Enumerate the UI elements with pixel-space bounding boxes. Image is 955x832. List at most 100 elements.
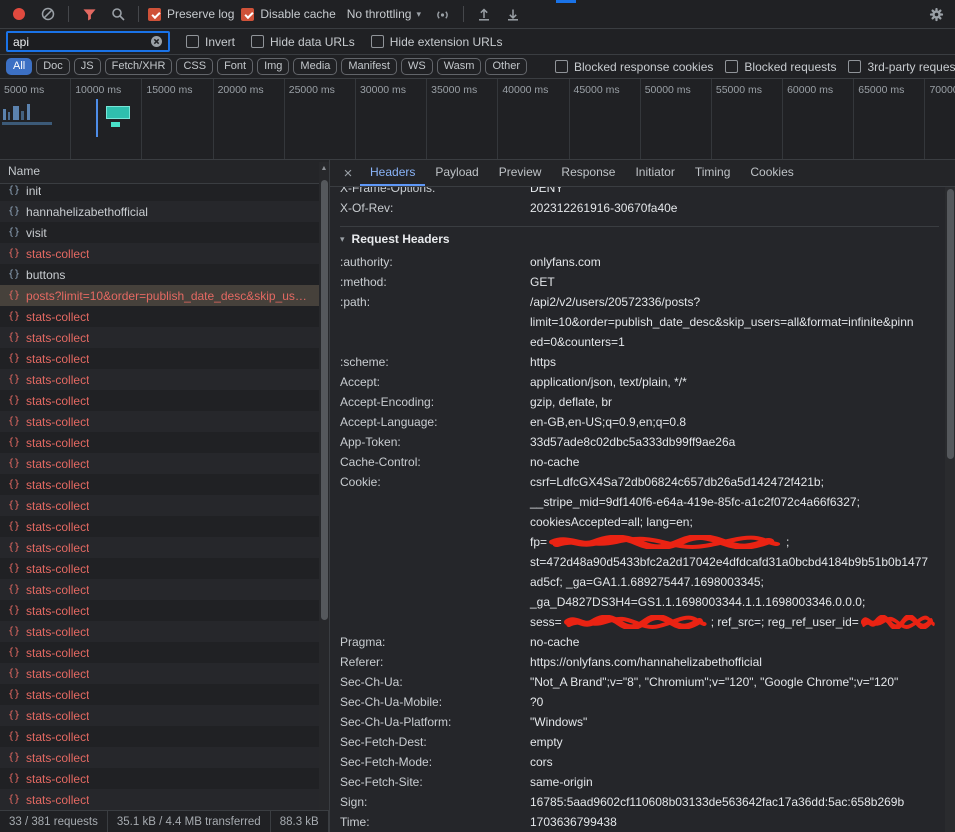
request-name: stats-collect <box>26 415 89 429</box>
request-row[interactable]: {}stats-collect <box>0 474 329 495</box>
search-button[interactable] <box>107 3 129 25</box>
request-name: stats-collect <box>26 667 89 681</box>
tab-initiator[interactable]: Initiator <box>625 160 684 186</box>
clear-filter-icon[interactable] <box>150 35 163 48</box>
request-row[interactable]: {}stats-collect <box>0 558 329 579</box>
request-row[interactable]: {}stats-collect <box>0 537 329 558</box>
request-row[interactable]: {}stats-collect <box>0 369 329 390</box>
hide-data-urls-checkbox[interactable]: Hide data URLs <box>251 35 355 49</box>
scrollbar-thumb[interactable] <box>321 180 328 620</box>
export-har-button[interactable] <box>502 3 524 25</box>
request-row[interactable]: {}visit <box>0 222 329 243</box>
filter-chip-font[interactable]: Font <box>217 58 253 75</box>
settings-button[interactable] <box>925 3 947 25</box>
request-row[interactable]: {}stats-collect <box>0 453 329 474</box>
script-file-icon: {} <box>8 647 20 658</box>
script-file-icon: {} <box>8 437 20 448</box>
redaction-scribble <box>564 615 709 629</box>
request-row[interactable]: {}stats-collect <box>0 327 329 348</box>
tab-timing[interactable]: Timing <box>685 160 741 186</box>
request-row[interactable]: {}stats-collect <box>0 600 329 621</box>
request-row[interactable]: {}stats-collect <box>0 390 329 411</box>
request-row[interactable]: {}stats-collect <box>0 684 329 705</box>
scrollbar-thumb[interactable] <box>947 189 954 459</box>
request-name: stats-collect <box>26 625 89 639</box>
request-row[interactable]: {}posts?limit=10&order=publish_date_desc… <box>0 285 329 306</box>
header-row: Accept:application/json, text/plain, */* <box>340 372 939 392</box>
request-row[interactable]: {}stats-collect <box>0 621 329 642</box>
header-row: Cache-Control:no-cache <box>340 452 939 472</box>
filter-chip-doc[interactable]: Doc <box>36 58 70 75</box>
request-row[interactable]: {}buttons <box>0 264 329 285</box>
request-row[interactable]: {}stats-collect <box>0 579 329 600</box>
filter-chip-fetch-xhr[interactable]: Fetch/XHR <box>105 58 173 75</box>
blocked-response-cookies-checkbox[interactable]: Blocked response cookies <box>555 60 713 74</box>
network-conditions-button[interactable] <box>432 3 454 25</box>
filter-chip-all[interactable]: All <box>6 58 32 75</box>
tab-response[interactable]: Response <box>551 160 625 186</box>
tab-preview[interactable]: Preview <box>489 160 552 186</box>
request-row[interactable]: {}stats-collect <box>0 306 329 327</box>
third-party-requests-checkbox[interactable]: 3rd-party requests <box>848 60 955 74</box>
script-file-icon: {} <box>8 500 20 511</box>
request-row[interactable]: {}stats-collect <box>0 768 329 789</box>
request-row[interactable]: {}stats-collect <box>0 411 329 432</box>
request-row[interactable]: {}stats-collect <box>0 495 329 516</box>
request-name: stats-collect <box>26 520 89 534</box>
filter-chip-other[interactable]: Other <box>485 58 527 75</box>
filter-chip-img[interactable]: Img <box>257 58 289 75</box>
filter-chip-wasm[interactable]: Wasm <box>437 58 482 75</box>
request-row[interactable]: {}stats-collect <box>0 516 329 537</box>
invert-checkbox[interactable]: Invert <box>186 35 235 49</box>
request-row[interactable]: {}stats-collect <box>0 663 329 684</box>
clear-button[interactable] <box>37 3 59 25</box>
disable-cache-checkbox[interactable]: Disable cache <box>241 7 335 21</box>
close-details-button[interactable]: × <box>336 160 360 186</box>
details-scrollbar[interactable] <box>945 187 955 832</box>
tab-payload[interactable]: Payload <box>425 160 488 186</box>
tab-cookies[interactable]: Cookies <box>740 160 803 186</box>
request-name: stats-collect <box>26 478 89 492</box>
filter-input[interactable]: api <box>6 31 170 52</box>
timeline-overview[interactable]: 5000 ms10000 ms15000 ms20000 ms25000 ms3… <box>0 79 955 160</box>
hide-extension-urls-checkbox[interactable]: Hide extension URLs <box>371 35 503 49</box>
script-file-icon: {} <box>8 248 20 259</box>
throttling-value: No throttling <box>347 7 412 21</box>
checkbox-checked-icon <box>241 8 254 21</box>
tab-headers[interactable]: Headers <box>360 160 425 186</box>
status-bar: 33 / 381 requests 35.1 kB / 4.4 MB trans… <box>0 810 329 832</box>
name-column-header[interactable]: Name <box>0 160 329 184</box>
script-file-icon: {} <box>8 731 20 742</box>
request-row[interactable]: {}stats-collect <box>0 705 329 726</box>
filter-chip-manifest[interactable]: Manifest <box>341 58 397 75</box>
request-row[interactable]: {}stats-collect <box>0 642 329 663</box>
import-har-button[interactable] <box>473 3 495 25</box>
request-row[interactable]: {}stats-collect <box>0 432 329 453</box>
request-row[interactable]: {}stats-collect <box>0 789 329 810</box>
blocked-requests-checkbox[interactable]: Blocked requests <box>725 60 836 74</box>
filter-chip-media[interactable]: Media <box>293 58 337 75</box>
request-name: stats-collect <box>26 457 89 471</box>
filter-toggle-button[interactable] <box>78 3 100 25</box>
timeline-tick-label: 40000 ms <box>502 84 548 96</box>
filter-chip-js[interactable]: JS <box>74 58 101 75</box>
request-list-scrollbar[interactable]: ▲ <box>319 162 329 810</box>
throttling-select[interactable]: No throttling ▾ <box>343 5 425 23</box>
request-row[interactable]: {}stats-collect <box>0 747 329 768</box>
filter-chip-ws[interactable]: WS <box>401 58 433 75</box>
scroll-up-icon[interactable]: ▲ <box>319 162 329 172</box>
record-button[interactable] <box>8 3 30 25</box>
filter-chip-css[interactable]: CSS <box>176 58 213 75</box>
network-toolbar: Preserve log Disable cache No throttling… <box>0 0 955 29</box>
request-row[interactable]: {} stats-collect <box>0 243 329 264</box>
request-row[interactable]: {}init <box>0 184 329 201</box>
download-icon <box>506 7 520 21</box>
header-value: https://onlyfans.com/hannahelizabethoffi… <box>530 652 939 672</box>
request-name: stats-collect <box>26 247 89 261</box>
preserve-log-checkbox[interactable]: Preserve log <box>148 7 234 21</box>
request-row[interactable]: {}stats-collect <box>0 726 329 747</box>
request-details-panel: × HeadersPayloadPreviewResponseInitiator… <box>330 160 955 832</box>
request-row[interactable]: {}stats-collect <box>0 348 329 369</box>
request-row[interactable]: {}hannahelizabethofficial <box>0 201 329 222</box>
request-headers-section[interactable]: ▾ Request Headers <box>340 226 939 252</box>
